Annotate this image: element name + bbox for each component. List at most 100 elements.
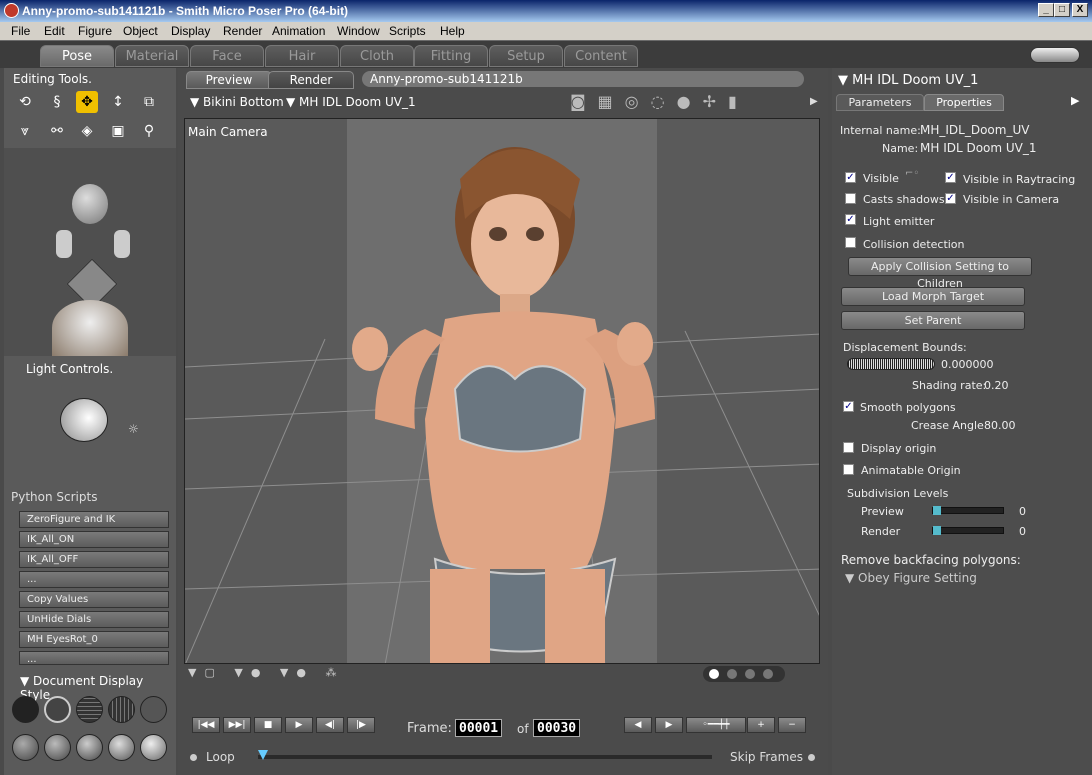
subdiv-preview-thumb[interactable]: [933, 506, 941, 515]
tab-content[interactable]: Content: [564, 45, 638, 67]
tab-pose[interactable]: Pose: [40, 45, 114, 67]
scale-tool-icon[interactable]: ⧉: [138, 91, 160, 113]
add-key-button[interactable]: +: [747, 717, 775, 733]
layout-dot-4[interactable]: [763, 669, 773, 679]
animatable-origin-checkbox[interactable]: [843, 464, 854, 475]
menu-animation[interactable]: Animation: [272, 24, 325, 38]
view-magnifier-icon[interactable]: ⚲: [138, 120, 160, 142]
visible-camera-checkbox[interactable]: ✓: [945, 193, 956, 204]
script-button-3[interactable]: IK_All_OFF: [19, 551, 169, 568]
tab-preview[interactable]: Preview: [186, 71, 272, 89]
trackball-icon[interactable]: [52, 300, 128, 356]
tab-material[interactable]: Material: [115, 45, 189, 67]
tab-properties[interactable]: Properties: [924, 94, 1004, 111]
prev-frame-button[interactable]: ◀|: [316, 717, 344, 733]
displacement-dial[interactable]: [847, 358, 935, 370]
script-button-8[interactable]: ...: [19, 651, 169, 665]
layout-dot-3[interactable]: [745, 669, 755, 679]
menu-edit[interactable]: Edit: [44, 24, 65, 38]
prev-key-button[interactable]: ◀: [624, 717, 652, 733]
light-sun-icon[interactable]: ☼: [128, 422, 139, 436]
chain-break-icon[interactable]: ⚯: [46, 120, 68, 142]
timeline-scrubber[interactable]: [258, 750, 268, 760]
layout-dot-1[interactable]: [709, 669, 719, 679]
casts-shadows-checkbox[interactable]: [845, 193, 856, 204]
menu-display[interactable]: Display: [171, 24, 210, 38]
set-parent-button[interactable]: Set Parent: [841, 311, 1025, 330]
remove-key-button[interactable]: −: [778, 717, 806, 733]
right-hand-camera-icon[interactable]: [114, 230, 130, 258]
crease-angle-value[interactable]: 80.00: [984, 419, 1016, 432]
poser-app-icon[interactable]: [4, 3, 19, 18]
figure-shadow-icon[interactable]: ▼●: [280, 666, 314, 679]
left-hand-camera-icon[interactable]: [56, 230, 72, 258]
grouping-tool-icon[interactable]: ▣: [107, 120, 129, 142]
smooth-polygons-checkbox[interactable]: ✓: [843, 401, 854, 412]
color-tool-icon[interactable]: ◈: [76, 120, 98, 142]
total-frames-field[interactable]: 00030: [533, 719, 581, 737]
displacement-value[interactable]: 0.000000: [941, 358, 994, 371]
actor-select[interactable]: ▼ MH IDL Doom UV_1: [286, 95, 416, 109]
maximize-button[interactable]: □: [1054, 3, 1070, 17]
view-layout-selector[interactable]: [703, 666, 785, 682]
display-wireframe-icon[interactable]: [76, 696, 103, 723]
panel-menu-arrow-icon[interactable]: ▶: [1071, 94, 1079, 107]
visible-raytracing-checkbox[interactable]: ✓: [945, 172, 956, 183]
display-hidden-line-icon[interactable]: [108, 696, 135, 723]
display-silhouette-icon[interactable]: [12, 696, 39, 723]
taper-tool-icon[interactable]: ⩔: [14, 120, 36, 142]
loop-radio[interactable]: [190, 754, 197, 761]
load-morph-button[interactable]: Load Morph Target: [841, 287, 1025, 306]
subdiv-render-slider[interactable]: [932, 526, 1004, 535]
menu-render[interactable]: Render: [223, 24, 262, 38]
light-emitter-checkbox[interactable]: ✓: [845, 214, 856, 225]
display-smooth-icon[interactable]: [76, 734, 103, 761]
visible-checkbox[interactable]: ✓: [845, 172, 856, 183]
timeline-track[interactable]: [258, 750, 712, 760]
play-button[interactable]: ▶: [285, 717, 313, 733]
tab-fitting[interactable]: Fitting: [414, 45, 488, 67]
display-flat-icon[interactable]: [12, 734, 39, 761]
display-lined-icon[interactable]: [140, 696, 167, 723]
grid-menu-icon[interactable]: ▼▢: [188, 666, 223, 679]
script-button-4[interactable]: ...: [19, 571, 169, 588]
keyframes-button[interactable]: ◦━━┿┿: [686, 717, 746, 733]
display-preview-icon[interactable]: [140, 734, 167, 761]
light-sphere-icon[interactable]: [60, 398, 108, 442]
display-texture-icon[interactable]: [108, 734, 135, 761]
collision-checkbox[interactable]: [845, 237, 856, 248]
script-button-5[interactable]: Copy Values: [19, 591, 169, 608]
figure-select[interactable]: ▼ Bikini Bottom: [190, 95, 284, 109]
go-end-button[interactable]: ▶▶|: [223, 717, 251, 733]
apply-collision-button[interactable]: Apply Collision Setting to Children: [848, 257, 1032, 290]
script-button-1[interactable]: ZeroFigure and IK: [19, 511, 169, 528]
lights-icon[interactable]: ◎: [625, 92, 651, 111]
expand-arrow-icon[interactable]: ▶: [810, 96, 818, 107]
translate-in-out-icon[interactable]: ↕: [107, 91, 129, 113]
go-start-button[interactable]: |◀◀: [192, 717, 220, 733]
shading-rate-value[interactable]: 0.20: [984, 379, 1009, 392]
orbit-icon[interactable]: ◌: [651, 92, 677, 111]
move-icon[interactable]: ✢: [703, 92, 728, 111]
tab-face[interactable]: Face: [190, 45, 264, 67]
translate-tool-icon[interactable]: ✥: [76, 91, 98, 113]
menu-scripts[interactable]: Scripts: [389, 24, 426, 38]
subdiv-preview-slider[interactable]: [932, 506, 1004, 515]
tab-hair[interactable]: Hair: [265, 45, 339, 67]
tab-cloth[interactable]: Cloth: [340, 45, 414, 67]
layout-dot-2[interactable]: [727, 669, 737, 679]
tab-render[interactable]: Render: [268, 71, 354, 89]
minimize-button[interactable]: _: [1038, 3, 1054, 17]
next-frame-button[interactable]: |▶: [347, 717, 375, 733]
backface-select[interactable]: ▼ Obey Figure Setting: [845, 571, 977, 585]
menu-object[interactable]: Object: [123, 24, 158, 38]
display-cartoon-icon[interactable]: [44, 734, 71, 761]
name-value[interactable]: MH IDL Doom UV_1: [920, 141, 1037, 155]
main-camera-viewport[interactable]: Main Camera: [184, 118, 820, 664]
sphere-icon[interactable]: ●: [677, 92, 703, 111]
rotate-tool-icon[interactable]: ⟲: [14, 91, 36, 113]
tab-setup[interactable]: Setup: [489, 45, 563, 67]
camera-face-icon[interactable]: [72, 184, 108, 224]
next-key-button[interactable]: ▶: [655, 717, 683, 733]
menu-file[interactable]: File: [11, 24, 30, 38]
